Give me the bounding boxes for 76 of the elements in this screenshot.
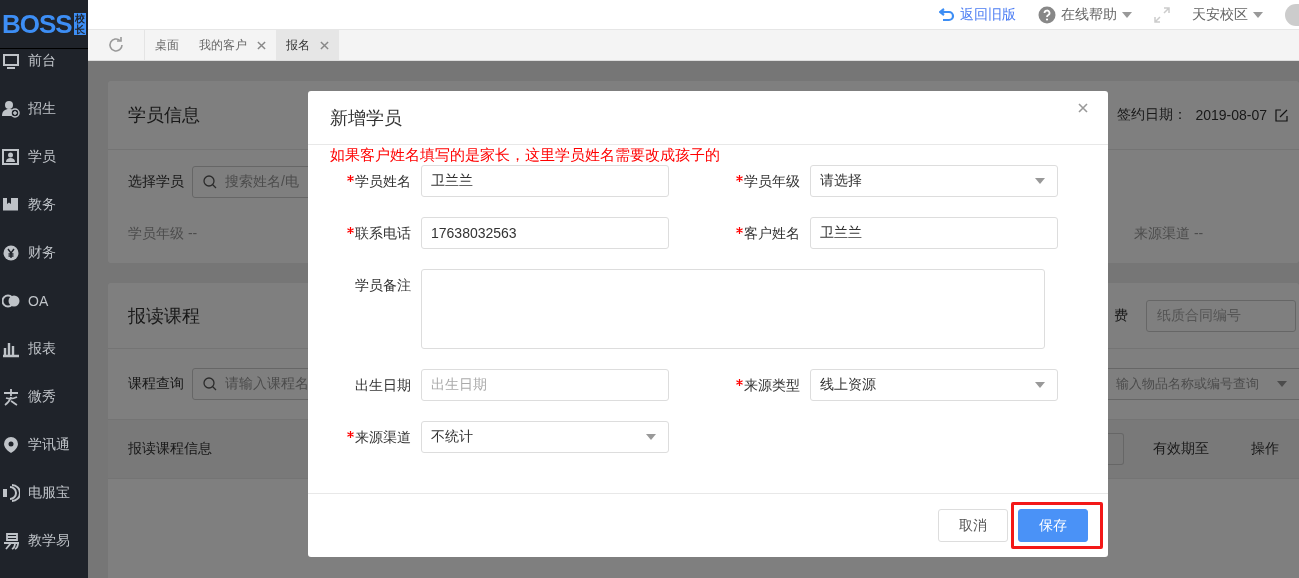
caret-icon xyxy=(1253,11,1263,18)
textarea-field[interactable] xyxy=(421,269,1045,349)
id-card-icon xyxy=(2,148,20,166)
edit-icon[interactable] xyxy=(1275,108,1288,122)
field-label: 客户姓名 xyxy=(744,225,800,241)
select-field[interactable]: 请选择 xyxy=(810,165,1058,197)
field-label: 学员年级 xyxy=(744,173,800,189)
undo-icon xyxy=(939,7,955,22)
caret-icon xyxy=(1277,381,1287,387)
field-label: 学员姓名 xyxy=(355,173,411,189)
column-header: 操作 xyxy=(1251,440,1279,458)
sidebar-item[interactable]: 学员 xyxy=(28,148,56,166)
caret-icon xyxy=(1122,11,1132,18)
required-icon xyxy=(736,227,743,234)
stylized-glyph-icon xyxy=(2,532,20,550)
sidebar-item[interactable]: 教务 xyxy=(28,196,56,214)
help-menu[interactable]: 在线帮助 xyxy=(1038,5,1132,24)
select-field[interactable]: 不统计 xyxy=(421,421,669,453)
bar-chart-icon xyxy=(2,340,20,358)
back-link[interactable]: 返回旧版 xyxy=(939,5,1016,24)
broadcast-icon xyxy=(2,484,20,502)
sign-date: 2019-08-07 xyxy=(1195,107,1267,123)
required-icon xyxy=(736,175,743,182)
field-label: 选择学员 xyxy=(128,173,184,191)
sidebar-item[interactable]: 教学易 xyxy=(28,532,70,550)
campus-menu[interactable]: 天安校区 xyxy=(1192,5,1263,24)
annotation-note: 如果客户姓名填写的是家长，这里学员姓名需要改成孩子的 xyxy=(329,145,721,165)
logo-text: BOSS xyxy=(2,8,72,40)
tab[interactable]: 报名 xyxy=(276,30,339,60)
select-field[interactable]: 线上资源 xyxy=(810,369,1058,401)
sidebar-item[interactable]: 财务 xyxy=(28,244,56,262)
field-label: 课程查询 xyxy=(128,375,184,393)
caret-icon xyxy=(646,434,656,440)
logo-badge: 校长 xyxy=(73,13,86,35)
required-icon xyxy=(347,227,354,234)
search-icon xyxy=(203,175,217,189)
fee-label: 费 xyxy=(1114,306,1128,325)
close-icon[interactable] xyxy=(320,40,329,50)
search-icon xyxy=(203,377,217,391)
sidebar-item[interactable]: 电服宝 xyxy=(28,484,70,502)
required-icon xyxy=(347,175,354,182)
sidebar-item[interactable]: 招生 xyxy=(28,100,56,118)
monitor-icon xyxy=(2,52,20,70)
dialog-title: 新增学员 xyxy=(330,106,402,130)
input-field[interactable]: 17638032563 xyxy=(421,217,669,249)
fullscreen-icon[interactable] xyxy=(1154,6,1170,23)
avatar[interactable] xyxy=(1285,3,1299,26)
refresh-icon[interactable] xyxy=(107,36,125,54)
tab[interactable]: 我的客户 xyxy=(189,30,276,60)
close-icon[interactable] xyxy=(1078,103,1088,113)
required-icon xyxy=(347,431,354,438)
card-title: 学员信息 xyxy=(128,104,200,127)
required-icon xyxy=(736,379,743,386)
caret-icon xyxy=(1035,382,1045,388)
field-label: 来源类型 xyxy=(744,377,800,393)
card-title: 报读课程 xyxy=(128,304,200,328)
sidebar-item[interactable]: 前台 xyxy=(28,52,56,70)
field-label: 联系电话 xyxy=(355,225,411,241)
close-icon[interactable] xyxy=(257,40,266,50)
column-header: 报读课程信息 xyxy=(128,440,212,458)
cancel-button[interactable]: 取消 xyxy=(938,509,1008,542)
tab[interactable]: 桌面 xyxy=(145,30,189,60)
input-field[interactable]: 卫兰兰 xyxy=(421,165,669,197)
sidebar-item[interactable]: 学讯通 xyxy=(28,436,70,454)
field-label: 来源渠道 xyxy=(355,429,411,445)
column-header: 有效期至 xyxy=(1153,440,1209,458)
toggle-icon xyxy=(2,292,20,310)
field-label: 出生日期 xyxy=(355,377,411,393)
caret-icon xyxy=(1035,178,1045,184)
input-field[interactable]: 卫兰兰 xyxy=(810,217,1058,249)
help-icon xyxy=(1038,5,1056,24)
sidebar-item[interactable]: 报表 xyxy=(28,340,56,358)
sidebar-item[interactable]: OA xyxy=(28,293,49,309)
field-label: 学员备注 xyxy=(355,277,411,293)
sidebar-item[interactable]: 微秀 xyxy=(28,388,56,406)
sign-date-label: 签约日期： xyxy=(1117,106,1188,124)
